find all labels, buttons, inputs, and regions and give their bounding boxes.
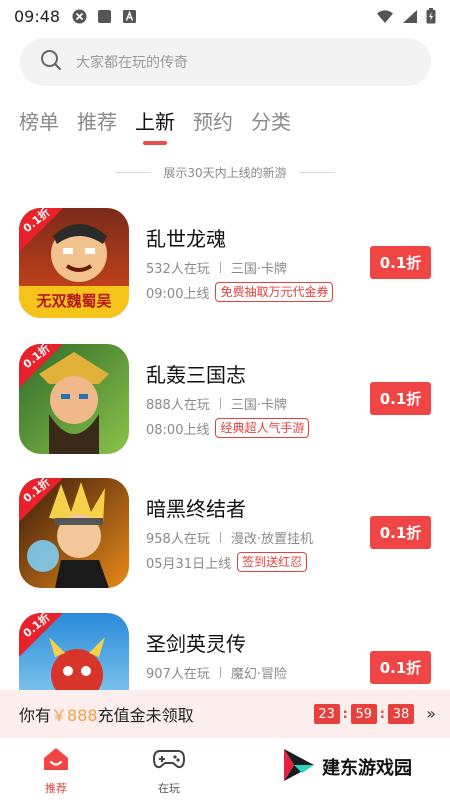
promo-tag: 免费抽取万元代金券 [215,282,334,302]
game-name: 暗黑终结者 [146,497,246,521]
game-launch-info: 09:00上线 免费抽取万元代金券 [146,282,334,302]
recharge-promo-bar[interactable]: 你有￥888充值金未领取 23 : 59 : 38 » [0,690,450,738]
promo-tag: 签到送红忍 [237,552,308,572]
nav-label: 推荐 [45,782,67,795]
watermark-logo-icon [280,745,316,789]
game-meta: 907人在玩 魔幻·冒险 [146,663,287,682]
promo-prefix: 你有 [19,706,52,725]
home-icon [42,746,70,776]
game-genre: 魔幻·冒险 [230,667,287,682]
game-name: 乱世龙魂 [146,227,226,251]
player-count: 907人在玩 [146,667,210,682]
promo-text: 你有￥888充值金未领取 [19,702,194,726]
search-icon [40,49,62,75]
game-icon[interactable]: 0.1折 无双魏蜀吴 [19,208,129,318]
game-icon[interactable]: 0.1折 [19,478,129,588]
game-launch-info: 05月31日上线 签到送红忍 [146,552,308,572]
countdown-timer: 23 : 59 : 38 [313,704,414,724]
meta-divider [219,398,221,409]
tab-reservations[interactable]: 预约 [193,106,233,145]
battery-charging-icon [426,8,436,24]
meta-divider [219,532,221,543]
tab-rankings[interactable]: 榜单 [19,106,59,145]
wifi-icon [376,9,394,24]
nav-label: 在玩 [158,782,180,795]
search-input[interactable]: 大家都在玩的传奇 [20,38,431,86]
game-genre: 三国·卡牌 [230,398,287,413]
game-meta: 532人在玩 三国·卡牌 [146,258,287,277]
countdown-separator: : [379,706,385,722]
search-placeholder: 大家都在玩的传奇 [76,55,188,71]
promo-amount: ￥888 [51,706,98,725]
gamepad-icon [152,746,186,776]
discount-button[interactable]: 0.1折 [370,651,431,684]
game-meta: 888人在玩 三国·卡牌 [146,394,287,413]
status-bar: 09:48 [0,0,450,32]
game-list-item[interactable]: 0.1折 暗黑终结者 958人在玩 漫改·放置挂机 05月31日上线 签到送红忍 … [19,478,431,590]
nav-item-recommended[interactable]: 推荐 [26,746,86,796]
game-genre: 三国·卡牌 [230,262,287,277]
double-chevron-right-icon[interactable]: » [426,704,436,723]
category-tabs: 榜单 推荐 上新 预约 分类 [19,106,291,145]
watermark-text: 建东游戏园 [322,758,412,779]
app-square-icon [97,9,112,24]
launch-time: 05月31日上线 [146,556,232,572]
nav-item-playing[interactable]: 在玩 [139,746,199,796]
discount-button[interactable]: 0.1折 [370,382,431,415]
player-count: 532人在玩 [146,262,210,277]
tab-categories[interactable]: 分类 [251,106,291,145]
icon-logo-text: 无双魏蜀吴 [36,292,112,310]
tab-recommended[interactable]: 推荐 [77,106,117,145]
countdown-separator: : [342,706,348,722]
cellular-signal-icon [402,9,418,24]
watermark: 建东游戏园 [280,745,412,789]
blocked-notification-icon [72,9,87,24]
discount-button[interactable]: 0.1折 [370,516,431,549]
promo-tag: 经典超人气手游 [215,418,310,438]
game-genre: 漫改·放置挂机 [230,532,313,547]
meta-divider [219,262,221,273]
promo-suffix: 充值金未领取 [97,706,194,725]
caption-divider-right [298,172,335,173]
countdown-seconds: 38 [388,704,414,724]
tab-new-releases[interactable]: 上新 [135,106,175,145]
meta-divider [219,667,221,678]
launch-time: 08:00上线 [146,422,210,438]
caption-divider-left [115,172,152,173]
game-list-item[interactable]: 0.1折 乱轰三国志 888人在玩 三国·卡牌 08:00上线 经典超人气手游 0… [19,344,431,456]
section-caption: 展示30天内上线的新游 [0,164,450,181]
countdown-minutes: 59 [350,704,377,724]
game-name: 乱轰三国志 [146,363,246,387]
section-caption-text: 展示30天内上线的新游 [163,166,287,180]
game-list-item[interactable]: 0.1折 无双魏蜀吴 乱世龙魂 532人在玩 三国·卡牌 09:00上线 免费抽取… [19,208,431,320]
discount-button[interactable]: 0.1折 [370,246,431,279]
game-name: 圣剑英灵传 [146,632,246,656]
text-a-icon [122,9,137,24]
game-launch-info: 08:00上线 经典超人气手游 [146,418,310,438]
game-meta: 958人在玩 漫改·放置挂机 [146,528,313,547]
player-count: 888人在玩 [146,398,210,413]
status-time: 09:48 [14,6,61,26]
game-icon[interactable]: 0.1折 [19,344,129,454]
launch-time: 09:00上线 [146,286,210,302]
player-count: 958人在玩 [146,532,210,547]
countdown-hours: 23 [313,704,340,724]
